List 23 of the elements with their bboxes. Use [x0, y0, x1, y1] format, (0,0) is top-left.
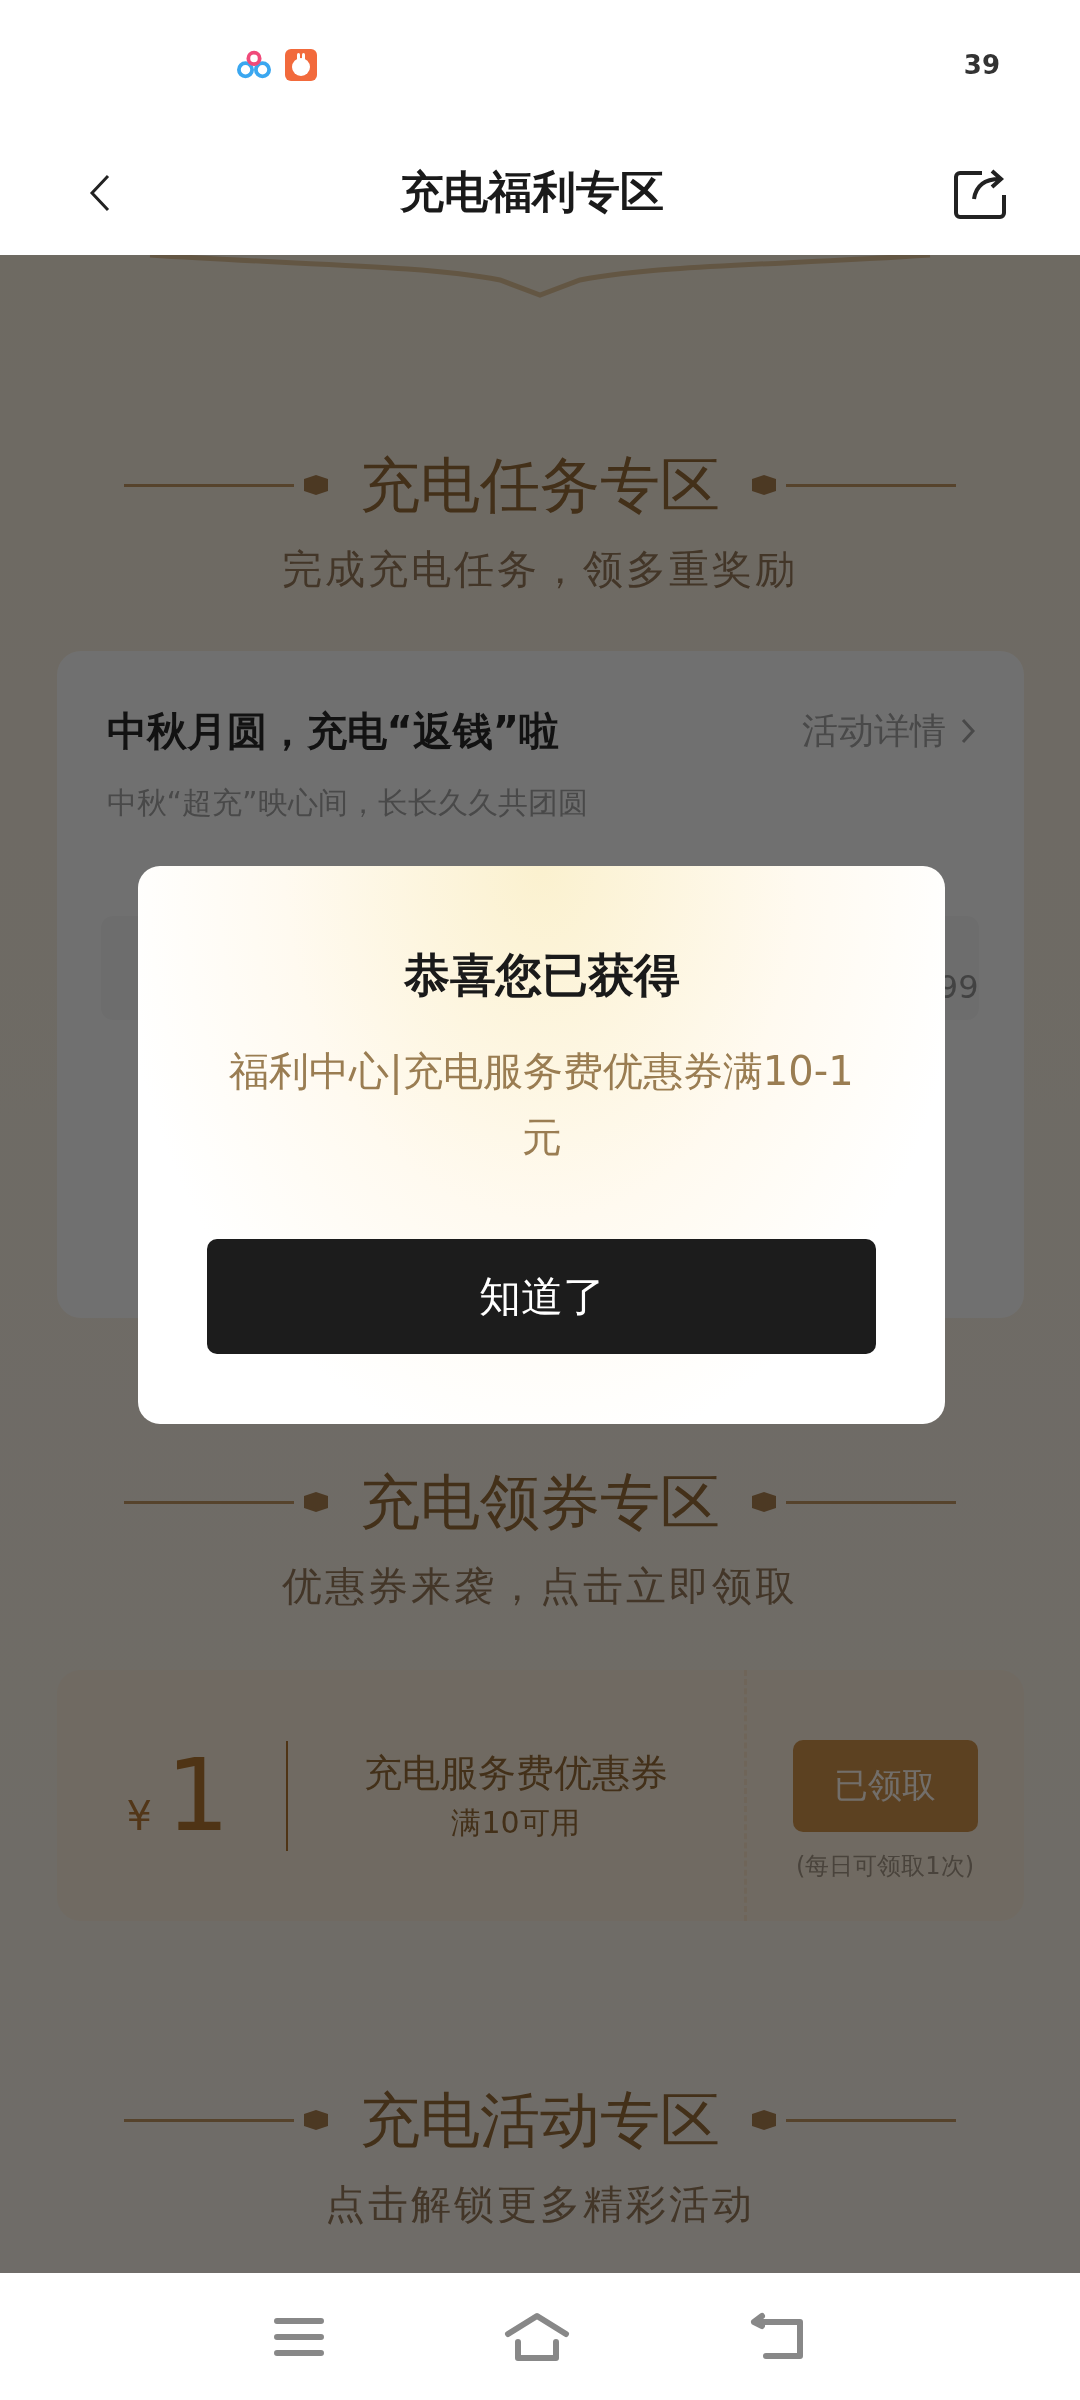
home-icon[interactable]: [504, 2311, 570, 2362]
ok-button[interactable]: 知道了: [207, 1239, 876, 1354]
dialog-title: 恭喜您已获得: [403, 947, 680, 1004]
coupon-condition: 满10可用: [451, 1803, 580, 1842]
section-title: 充电领券专区: [360, 1466, 720, 1539]
section-subtitle: 完成充电任务，领多重奖励: [282, 545, 798, 593]
dialog-message: 福利中心|充电服务费优惠券满10-1元: [228, 1047, 855, 1162]
status-time: 39: [963, 50, 1000, 80]
coupon-name: 充电服务费优惠券: [363, 1749, 668, 1797]
coupon-amount: 1: [165, 1737, 230, 1854]
claim-button[interactable]: 已领取: [792, 1739, 978, 1832]
app-icon: [237, 50, 271, 80]
section-title: 充电活动专区: [360, 2084, 720, 2157]
section-title: 充电任务专区: [360, 449, 720, 522]
menu-icon[interactable]: [274, 2316, 324, 2357]
currency-symbol: ¥: [126, 1792, 152, 1839]
rabbit-app-icon: [285, 49, 317, 81]
chevron-right-icon[interactable]: [959, 717, 976, 745]
back-nav-icon[interactable]: [750, 2311, 806, 2362]
section-subtitle: 优惠券来袭，点击立即领取: [282, 1562, 798, 1610]
task-title: 中秋月圆，充电“返钱”啦: [106, 706, 560, 756]
page-title: 充电福利专区: [400, 165, 664, 219]
section-subtitle: 点击解锁更多精彩活动: [325, 2180, 755, 2228]
